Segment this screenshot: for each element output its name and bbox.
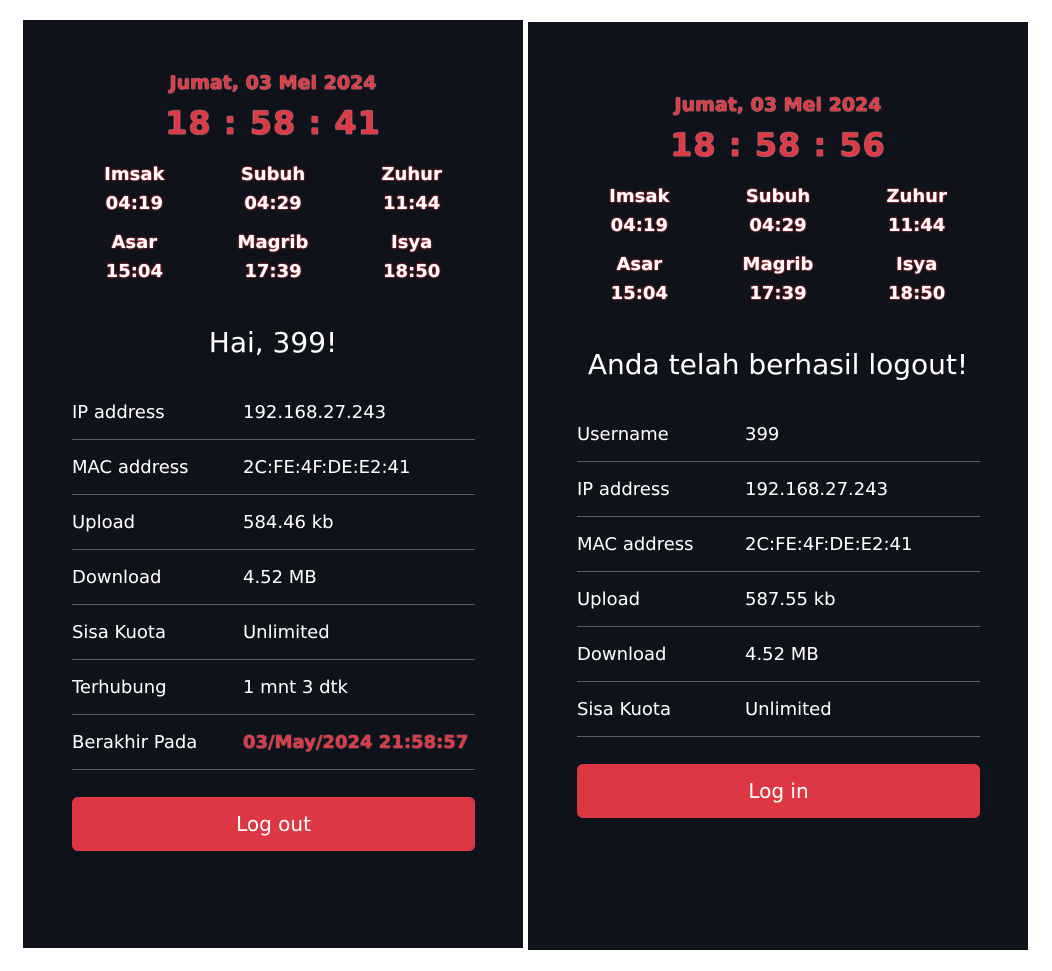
prayer-name: Zuhur	[381, 164, 442, 185]
prayer-imsak: Imsak 04:19	[65, 160, 204, 218]
prayer-time: 04:19	[610, 215, 668, 236]
status-panel-logged-out: Jumat, 03 Mei 2024 18 : 58 : 56 Imsak 04…	[528, 22, 1028, 950]
row-terhubung: Terhubung 1 mnt 3 dtk	[72, 660, 475, 715]
prayer-magrib: Magrib 17:39	[204, 228, 343, 286]
prayer-name: Isya	[391, 232, 433, 253]
row-label: Sisa Kuota	[72, 621, 166, 643]
row-value: Unlimited	[745, 698, 832, 720]
row-upload: Upload 587.55 kb	[577, 572, 980, 627]
row-label: MAC address	[577, 533, 694, 555]
row-value: 399	[745, 423, 780, 445]
row-mac-address: MAC address 2C:FE:4F:DE:E2:41	[72, 440, 475, 495]
expiry-value: 03/May/2024 21:58:57	[243, 731, 469, 753]
row-label: Download	[72, 566, 162, 588]
prayer-time: 15:04	[105, 261, 163, 282]
prayer-name: Asar	[616, 254, 663, 275]
row-value: 584.46 kb	[243, 511, 334, 533]
row-mac-address: MAC address 2C:FE:4F:DE:E2:41	[577, 517, 980, 572]
prayer-time: 04:19	[105, 193, 163, 214]
row-label: Download	[577, 643, 667, 665]
row-berakhir-pada: Berakhir Pada 03/May/2024 21:58:57	[72, 715, 475, 770]
clock: 18 : 58 : 56	[670, 126, 886, 164]
prayer-name: Subuh	[745, 186, 811, 207]
row-value: 4.52 MB	[243, 566, 317, 588]
row-value: 192.168.27.243	[243, 401, 387, 423]
prayer-name: Magrib	[237, 232, 309, 253]
prayer-time: 11:44	[383, 193, 441, 214]
row-value: 1 mnt 3 dtk	[243, 676, 348, 698]
logout-button[interactable]: Log out	[72, 797, 475, 851]
row-label: IP address	[72, 401, 165, 423]
prayer-times-grid: Imsak 04:19 Subuh 04:29 Zuhur 11:44 Asar…	[570, 182, 986, 308]
row-sisa-kuota: Sisa Kuota Unlimited	[72, 605, 475, 660]
status-panel-logged-in: Jumat, 03 Mei 2024 18 : 58 : 41 Imsak 04…	[23, 20, 523, 948]
login-button[interactable]: Log in	[577, 764, 980, 818]
row-value: Unlimited	[243, 621, 330, 643]
prayer-isya: Isya 18:50	[342, 228, 481, 286]
session-info-table: IP address 192.168.27.243 MAC address 2C…	[72, 385, 475, 770]
row-label: MAC address	[72, 456, 189, 478]
row-value: 192.168.27.243	[745, 478, 889, 500]
prayer-time: 17:39	[244, 261, 302, 282]
logout-message-heading: Anda telah berhasil logout!	[587, 348, 969, 381]
prayer-subuh: Subuh 04:29	[709, 182, 848, 240]
row-label: Username	[577, 423, 669, 445]
row-username: Username 399	[577, 407, 980, 462]
prayer-name: Imsak	[609, 186, 670, 207]
row-upload: Upload 584.46 kb	[72, 495, 475, 550]
row-ip-address: IP address 192.168.27.243	[72, 385, 475, 440]
prayer-time: 11:44	[888, 215, 946, 236]
prayer-zuhur: Zuhur 11:44	[847, 182, 986, 240]
row-value: 2C:FE:4F:DE:E2:41	[243, 456, 411, 478]
prayer-name: Asar	[111, 232, 158, 253]
prayer-magrib: Magrib 17:39	[709, 250, 848, 308]
row-value: 4.52 MB	[745, 643, 819, 665]
prayer-asar: Asar 15:04	[570, 250, 709, 308]
prayer-name: Magrib	[742, 254, 814, 275]
row-label: Upload	[72, 511, 136, 533]
prayer-name: Subuh	[240, 164, 306, 185]
row-ip-address: IP address 192.168.27.243	[577, 462, 980, 517]
prayer-name: Imsak	[104, 164, 165, 185]
prayer-isya: Isya 18:50	[847, 250, 986, 308]
prayer-name: Zuhur	[886, 186, 947, 207]
prayer-time: 18:50	[888, 283, 946, 304]
row-download: Download 4.52 MB	[72, 550, 475, 605]
prayer-imsak: Imsak 04:19	[570, 182, 709, 240]
row-value: 587.55 kb	[745, 588, 836, 610]
date-label: Jumat, 03 Mei 2024	[169, 72, 377, 94]
prayer-asar: Asar 15:04	[65, 228, 204, 286]
greeting-heading: Hai, 399!	[208, 326, 338, 359]
clock: 18 : 58 : 41	[165, 104, 381, 142]
row-download: Download 4.52 MB	[577, 627, 980, 682]
row-value: 2C:FE:4F:DE:E2:41	[745, 533, 913, 555]
prayer-time: 17:39	[749, 283, 807, 304]
prayer-time: 15:04	[610, 283, 668, 304]
date-label: Jumat, 03 Mei 2024	[674, 94, 882, 116]
row-sisa-kuota: Sisa Kuota Unlimited	[577, 682, 980, 737]
prayer-times-grid: Imsak 04:19 Subuh 04:29 Zuhur 11:44 Asar…	[65, 160, 481, 286]
prayer-time: 04:29	[244, 193, 302, 214]
row-label: IP address	[577, 478, 670, 500]
prayer-subuh: Subuh 04:29	[204, 160, 343, 218]
prayer-time: 18:50	[383, 261, 441, 282]
prayer-zuhur: Zuhur 11:44	[342, 160, 481, 218]
row-label: Sisa Kuota	[577, 698, 671, 720]
row-label: Terhubung	[72, 676, 167, 698]
prayer-name: Isya	[896, 254, 938, 275]
row-label: Berakhir Pada	[72, 731, 198, 753]
session-info-table: Username 399 IP address 192.168.27.243 M…	[577, 407, 980, 737]
prayer-time: 04:29	[749, 215, 807, 236]
row-label: Upload	[577, 588, 641, 610]
